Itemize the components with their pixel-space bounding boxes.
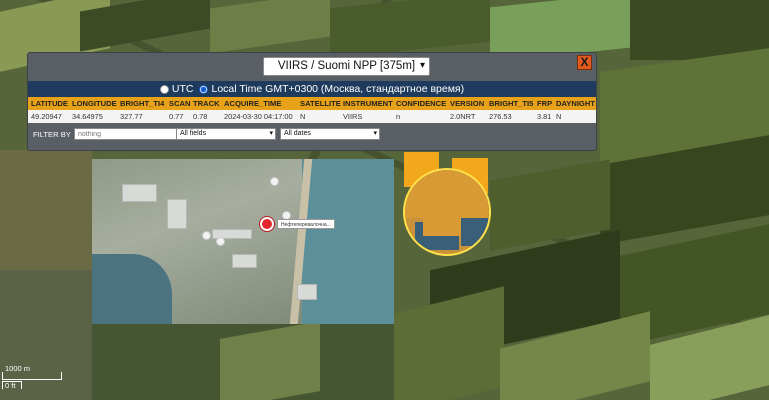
col-version: VERSION bbox=[450, 99, 485, 108]
cell-daynight: N bbox=[556, 112, 562, 121]
map-field bbox=[330, 0, 490, 59]
cell-instrument: VIIRS bbox=[343, 112, 363, 121]
col-latitude: LATITUDE bbox=[31, 99, 68, 108]
panel-header: VIIRS / Suomi NPP [375m] ▾ X bbox=[28, 53, 596, 81]
table-header-row: LATITUDE LONGITUDE BRIGHT_TI4 SCAN TRACK… bbox=[28, 97, 596, 110]
lagoon-area bbox=[92, 254, 172, 324]
building bbox=[167, 199, 187, 229]
cell-scan: 0.77 bbox=[169, 112, 184, 121]
filter-label: FILTER BY bbox=[33, 130, 71, 139]
col-bright-ti4: BRIGHT_TI4 bbox=[120, 99, 165, 108]
building bbox=[297, 284, 317, 300]
scale-metric-label: 1000 m bbox=[5, 364, 31, 373]
fields-select[interactable]: All fields ▾ bbox=[176, 128, 276, 140]
dates-select-value: All dates bbox=[284, 130, 311, 137]
local-time-radio[interactable] bbox=[199, 84, 209, 94]
fields-select-value: All fields bbox=[180, 130, 207, 137]
map-field bbox=[0, 150, 92, 270]
col-acquire-time: ACQUIRE_TIME bbox=[224, 99, 282, 108]
scale-bar: 1000 m 0 ft bbox=[0, 364, 70, 392]
building bbox=[122, 184, 157, 202]
table-row[interactable]: 49.20947 34.64975 327.77 0.77 0.78 2024-… bbox=[28, 110, 596, 123]
col-scan: SCAN bbox=[169, 99, 191, 108]
location-pin-icon[interactable] bbox=[260, 217, 274, 231]
chevron-down-icon: ▾ bbox=[419, 60, 425, 71]
fire-pixel bbox=[423, 210, 461, 236]
source-select-value: VIIRS / Suomi NPP [375m] bbox=[277, 60, 416, 72]
storage-tank bbox=[216, 237, 225, 246]
cell-latitude: 49.20947 bbox=[31, 112, 62, 121]
utc-label: UTC bbox=[171, 83, 194, 95]
scale-bar-metric bbox=[2, 372, 62, 380]
cell-track: 0.78 bbox=[193, 112, 208, 121]
building bbox=[232, 254, 257, 268]
close-button[interactable]: X bbox=[577, 55, 592, 70]
scale-imperial-label: 0 ft bbox=[5, 381, 16, 390]
utc-option[interactable]: UTC bbox=[159, 83, 194, 95]
dates-select[interactable]: All dates ▾ bbox=[280, 128, 380, 140]
cell-satellite: N bbox=[300, 112, 306, 121]
cell-version: 2.0NRT bbox=[450, 112, 476, 121]
cell-frp: 3.81 bbox=[537, 112, 552, 121]
storage-tank bbox=[202, 231, 211, 240]
fire-info-panel: VIIRS / Suomi NPP [375m] ▾ X UTC Local T… bbox=[27, 52, 597, 151]
local-time-label: Local Time GMT+0300 (Москва, стандартное… bbox=[211, 83, 465, 95]
col-confidence: CONFIDENCE bbox=[396, 99, 447, 108]
pin-label: Нефтеперевалочна... bbox=[277, 219, 335, 229]
local-time-option[interactable]: Local Time GMT+0300 (Москва, стандартное… bbox=[199, 83, 464, 95]
col-instrument: INSTRUMENT bbox=[343, 99, 393, 108]
source-select[interactable]: VIIRS / Suomi NPP [375m] ▾ bbox=[263, 57, 430, 76]
map-field bbox=[394, 286, 504, 400]
cell-confidence: n bbox=[396, 112, 401, 121]
col-track: TRACK bbox=[193, 99, 220, 108]
chevron-down-icon: ▾ bbox=[269, 130, 273, 137]
col-daynight: DAYNIGHT bbox=[556, 99, 595, 108]
cell-acquire-time: 2024-03-30 04:17:00 bbox=[224, 112, 293, 121]
site-inset-image: Нефтеперевалочна... bbox=[92, 159, 394, 324]
chevron-down-icon: ▾ bbox=[373, 130, 377, 137]
map-field bbox=[210, 0, 330, 54]
storage-tank bbox=[270, 177, 279, 186]
cell-bright-ti5: 276.53 bbox=[489, 112, 512, 121]
col-longitude: LONGITUDE bbox=[72, 99, 117, 108]
map-field bbox=[80, 0, 210, 52]
col-bright-ti5: BRIGHT_TI5 bbox=[489, 99, 534, 108]
utc-radio[interactable] bbox=[159, 84, 169, 94]
filter-bar: FILTER BY All fields ▾ All dates ▾ bbox=[28, 125, 596, 143]
fire-highlight-circle[interactable] bbox=[403, 168, 491, 256]
col-satellite: SATELLITE bbox=[300, 99, 341, 108]
cell-bright-ti4: 327.77 bbox=[120, 112, 143, 121]
cell-longitude: 34.64975 bbox=[72, 112, 103, 121]
time-zone-selector: UTC Local Time GMT+0300 (Москва, стандар… bbox=[28, 81, 596, 97]
col-frp: FRP bbox=[537, 99, 553, 108]
